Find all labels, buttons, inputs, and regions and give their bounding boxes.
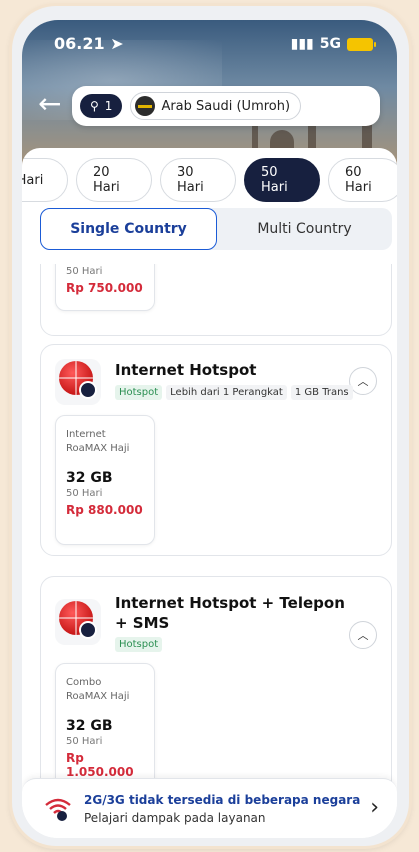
search-icon: ⚲: [90, 99, 99, 113]
package-days: 50 Hari: [66, 736, 103, 747]
tag-list: Hotspot Lebih dari 1 Perangkat 1 GB Tran…: [115, 385, 353, 400]
tab-day-label: Hari: [22, 172, 44, 188]
battery-icon: [347, 37, 376, 51]
package-quota: 32 GB: [66, 718, 113, 734]
package-price: Rp 1.050.000: [66, 751, 134, 779]
day-tab-bar: Hari 20 Hari 30 Hari 50 Hari 60 Hari: [22, 158, 397, 202]
single-country-label: Single Country: [70, 221, 187, 237]
tab-day-label: 60 Hari: [345, 165, 372, 195]
package-tile[interactable]: Internet RoaMAX Haji 32 GB 50 Hari Rp 88…: [55, 415, 155, 545]
content-panel: Hari 20 Hari 30 Hari 50 Hari 60 Hari Sin…: [22, 148, 397, 838]
location-arrow-icon: ➤: [110, 34, 124, 53]
hotspot-icon: [79, 621, 97, 639]
package-quota: 32 GB: [66, 470, 113, 486]
chevron-up-icon[interactable]: ︿: [349, 367, 377, 395]
tab-day-label: 50 Hari: [261, 165, 288, 195]
app-screen: 06.21 ➤ ▮▮▮ 5G ← ⚲ 1 Arab Saudi (Umroh) …: [22, 20, 397, 838]
destination-chip[interactable]: Arab Saudi (Umroh): [130, 92, 302, 120]
back-arrow-icon[interactable]: ←: [38, 90, 61, 118]
tab-day-0[interactable]: Hari: [22, 158, 68, 202]
package-card: 50 Hari Rp 750.000: [40, 264, 392, 336]
tab-day-label: 20 Hari: [93, 165, 120, 195]
status-time-text: 06.21: [54, 34, 105, 53]
tag: Lebih dari 1 Perangkat: [166, 385, 287, 400]
notice-subtitle: Pelajari dampak pada layanan: [84, 811, 266, 825]
package-days: 50 Hari: [66, 266, 103, 277]
status-right: ▮▮▮ 5G: [290, 36, 376, 52]
multi-country-button[interactable]: Multi Country: [217, 208, 392, 250]
package-list: 50 Hari Rp 750.000 Internet Hotspot ︿ Ho…: [22, 264, 397, 824]
package-tile[interactable]: Combo RoaMAX Haji 32 GB 50 Hari Rp 1.050…: [55, 663, 155, 793]
tag-list: Hotspot: [115, 637, 163, 652]
flag-icon: [135, 96, 156, 116]
destination-label: Arab Saudi (Umroh): [161, 98, 291, 114]
tag: Hotspot: [115, 637, 163, 652]
package-price: Rp 880.000: [66, 503, 143, 517]
tab-day-label: 30 Hari: [177, 165, 204, 195]
signal-warning-icon: [45, 798, 71, 821]
single-country-button[interactable]: Single Country: [40, 208, 217, 250]
hotspot-icon: [79, 381, 97, 399]
tab-day-1[interactable]: 20 Hari: [76, 158, 152, 202]
status-time: 06.21 ➤: [54, 34, 124, 53]
card-title-line: Internet Hotspot + Telepon: [115, 594, 345, 612]
package-type: Combo: [66, 677, 102, 688]
globe-icon: [55, 359, 101, 405]
package-card: Internet Hotspot ︿ Hotspot Lebih dari 1 …: [40, 344, 392, 556]
network-notice-banner[interactable]: 2G/3G tidak tersedia di beberapa negara …: [22, 778, 397, 838]
chevron-right-icon[interactable]: ›: [370, 795, 379, 820]
card-title-line: + SMS: [115, 614, 170, 632]
chevron-up-icon[interactable]: ︿: [349, 621, 377, 649]
package-price: Rp 750.000: [66, 281, 143, 295]
multi-country-label: Multi Country: [257, 221, 352, 237]
package-subtype: RoaMAX Haji: [66, 691, 130, 702]
search-bar[interactable]: ⚲ 1 Arab Saudi (Umroh): [72, 86, 380, 126]
search-count: 1: [104, 99, 113, 113]
package-days: 50 Hari: [66, 488, 103, 499]
network-label: 5G: [319, 36, 341, 52]
signal-icon: ▮▮▮: [290, 36, 314, 52]
notice-title: 2G/3G tidak tersedia di beberapa negara: [84, 793, 361, 807]
country-toggle: Single Country Multi Country: [40, 208, 392, 250]
package-tile[interactable]: 50 Hari Rp 750.000: [55, 264, 155, 311]
card-title: Internet Hotspot + Telepon + SMS: [115, 593, 345, 633]
globe-icon: [55, 599, 101, 645]
tab-day-3[interactable]: 50 Hari: [244, 158, 320, 202]
tag: 1 GB Trans: [290, 385, 353, 400]
tab-day-4[interactable]: 60 Hari: [328, 158, 397, 202]
package-type: Internet: [66, 429, 106, 440]
tab-day-2[interactable]: 30 Hari: [160, 158, 236, 202]
tag: Hotspot: [115, 385, 163, 400]
package-subtype: RoaMAX Haji: [66, 443, 130, 454]
search-count-badge[interactable]: ⚲ 1: [80, 94, 123, 118]
card-title: Internet Hotspot: [115, 361, 257, 379]
